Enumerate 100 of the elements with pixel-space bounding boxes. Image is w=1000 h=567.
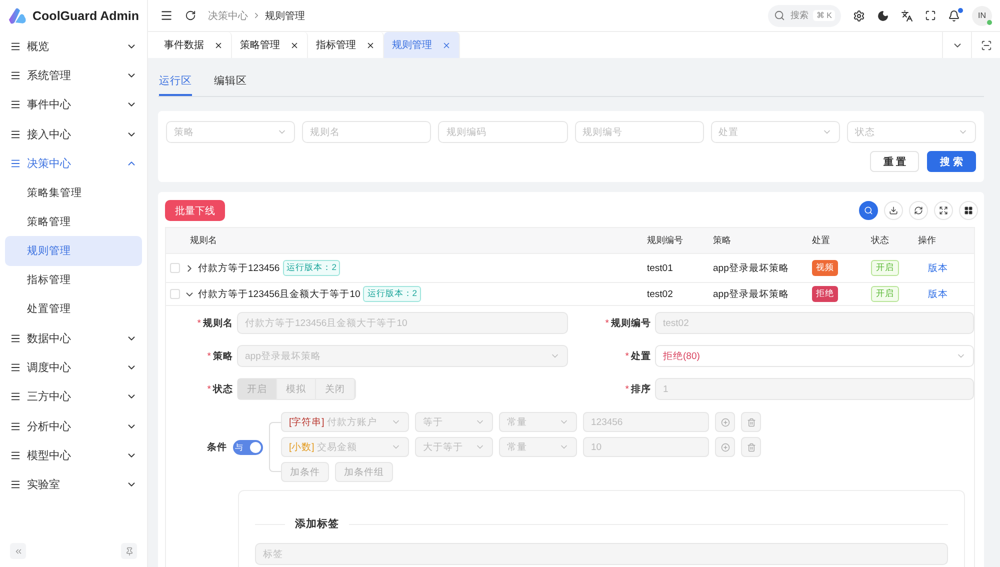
version-link[interactable]: 版本	[918, 262, 974, 274]
grid-icon	[964, 206, 973, 215]
nav-subitem[interactable]: 处置管理	[5, 294, 142, 324]
nav-subitem[interactable]: 策略管理	[5, 207, 142, 236]
plus-circle-icon	[720, 442, 730, 452]
add-condition-button[interactable]: 加条件	[281, 462, 329, 482]
table-cell: 付款方等于123456且金额大于等于10	[198, 288, 360, 300]
expand-icon	[939, 206, 948, 215]
nav-item[interactable]: 概览	[5, 32, 142, 62]
search-button[interactable]: 搜 索	[927, 151, 976, 172]
menu-button[interactable]	[160, 9, 173, 22]
breadcrumb-item[interactable]: 决策中心	[208, 8, 248, 22]
notification-button[interactable]	[948, 10, 960, 22]
fullscreen-button[interactable]	[925, 10, 936, 21]
select-field[interactable]: [小数] 交易金额	[281, 437, 409, 457]
nav-item[interactable]: 系统管理	[5, 61, 142, 90]
close-icon[interactable]	[214, 40, 223, 50]
table-cell-text: test02	[647, 288, 674, 300]
row-checkbox[interactable]	[170, 263, 180, 273]
moon-icon	[877, 10, 889, 22]
section-tab[interactable]: 运行区	[159, 70, 192, 96]
nav-item[interactable]: 数据中心	[5, 324, 142, 354]
nav-subitem[interactable]: 策略集管理	[5, 178, 142, 208]
nav-subitem[interactable]: 指标管理	[5, 266, 142, 295]
trash-icon	[746, 442, 756, 452]
version-tag: 运行版本：2	[363, 286, 422, 302]
expand-button[interactable]	[934, 201, 953, 220]
batch-offline-button[interactable]: 批量下线	[165, 200, 225, 221]
field-label: 状态	[213, 382, 233, 396]
field-label: 规则名	[203, 316, 233, 330]
moon-button[interactable]	[877, 10, 889, 22]
section-title: 添加标签	[295, 517, 339, 531]
select-field[interactable]: [字符串] 付款方账户	[281, 412, 409, 432]
search-field[interactable]: 搜索 ⌘ K	[768, 4, 841, 26]
menu-icon	[160, 9, 173, 22]
nav-item[interactable]: 模型中心	[5, 440, 142, 470]
select-field[interactable]: 策略	[166, 121, 296, 143]
column-header: 规则编号	[647, 234, 684, 247]
app-title: CoolGuard Admin	[32, 9, 139, 23]
select-field[interactable]: 状态	[846, 121, 976, 143]
refresh-button[interactable]	[185, 10, 196, 21]
pin-button[interactable]	[121, 543, 137, 559]
menu-icon	[10, 128, 21, 140]
menu-icon	[10, 99, 21, 110]
menu-icon	[10, 41, 21, 52]
chevron-right-icon	[252, 11, 261, 20]
column-header: 处置	[812, 234, 831, 247]
bell-icon	[948, 10, 960, 22]
field-label: 排序	[631, 382, 651, 396]
menu-icon	[10, 391, 21, 402]
nav-item[interactable]: 三方中心	[5, 382, 142, 412]
columns-button[interactable]	[959, 201, 978, 220]
select-field[interactable]: 拒绝(80)	[655, 345, 974, 367]
logo-icon	[8, 7, 27, 25]
status-tag: 开启	[871, 260, 899, 276]
add-condition-button[interactable]: 加条件组	[335, 462, 393, 482]
user-avatar[interactable]: IN	[972, 6, 992, 26]
column-header: 规则名	[189, 234, 218, 247]
translate-icon	[901, 10, 913, 22]
status-tag: 开启	[871, 286, 899, 302]
section-tab[interactable]: 编辑区	[214, 70, 247, 96]
nav-subitem[interactable]: 规则管理	[5, 236, 142, 266]
plus-circle-icon	[720, 418, 730, 426]
action-tag: 拒绝	[812, 286, 838, 302]
close-icon[interactable]	[366, 40, 375, 50]
field-label: 策略	[213, 350, 233, 362]
close-icon[interactable]	[290, 40, 299, 50]
settings-button[interactable]	[853, 10, 865, 22]
breadcrumb-item[interactable]: 规则管理	[265, 8, 305, 22]
search-button[interactable]	[859, 201, 878, 220]
nav-item[interactable]: 实验室	[5, 470, 142, 499]
nav-item[interactable]: 接入中心	[5, 120, 142, 149]
page-tab[interactable]: 规则管理	[384, 32, 460, 58]
required-mark: *	[207, 350, 211, 362]
select-field[interactable]: 处置	[710, 121, 840, 143]
logic-toggle[interactable]: 与	[233, 440, 263, 454]
trash-icon	[746, 418, 756, 426]
translate-button[interactable]	[901, 10, 913, 22]
search-icon	[864, 206, 873, 215]
menu-icon	[10, 70, 21, 82]
pin-icon	[124, 546, 134, 556]
refresh-icon	[185, 10, 196, 21]
nav-item[interactable]: 决策中心	[5, 148, 142, 178]
nav-item[interactable]: 分析中心	[5, 411, 142, 441]
required-mark: *	[625, 384, 629, 394]
table-cell-text: app登录最坏策略	[713, 262, 790, 274]
row-checkbox[interactable]	[170, 289, 180, 299]
scan-icon	[980, 40, 992, 50]
field-label: 规则编号	[611, 316, 651, 330]
download-button[interactable]	[884, 201, 903, 220]
refresh-icon	[914, 206, 923, 215]
required-mark: *	[207, 384, 211, 394]
version-tag: 运行版本：2	[282, 260, 340, 276]
required-mark: *	[197, 318, 201, 328]
version-link[interactable]: 版本	[918, 288, 974, 300]
nav-item[interactable]: 调度中心	[5, 353, 142, 382]
nav-item[interactable]: 事件中心	[5, 90, 142, 120]
table-cell: 付款方等于123456	[198, 262, 280, 274]
reset-button[interactable]: 重 置	[870, 151, 920, 172]
required-mark: *	[625, 350, 629, 362]
